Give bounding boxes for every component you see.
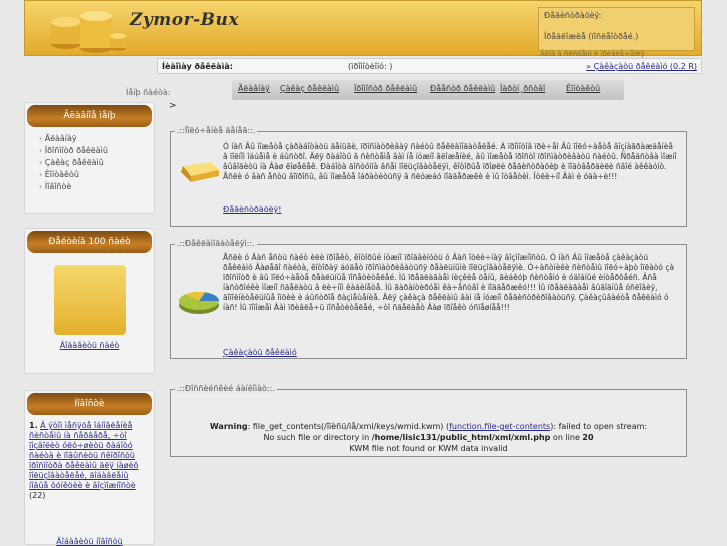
menu-item-contacts[interactable]: Êîíòàêòû <box>39 169 154 181</box>
menu-item-news[interactable]: Íîâîñòè <box>39 181 154 193</box>
site-menu-label: Ìåíþ ñàéòà: <box>126 88 171 97</box>
warning-line2-b: on line <box>550 433 583 442</box>
news-item: 1. Â ýòîì ìåñÿöå îáíîâëåíèå ñèñòåìû íà ñ… <box>25 419 154 501</box>
advertisers-text: Åñëè ó Âàñ åñòü ñàéò èëè ïðîåêò, êîòîðûé… <box>223 253 675 312</box>
main-menu-box: Ãëàâíîå ìåíþ Ãëàâíàÿ Ïðîñìîòð ðåêëàìû Çà… <box>24 102 155 214</box>
main-menu-list: Ãëàâíàÿ Ïðîñìîòð ðåêëàìû Çàêàç ðåêëàìû Ê… <box>25 133 154 193</box>
news-item-count: (22) <box>29 491 46 500</box>
warning-path: /home/lisic131/public_html/xml/xml.php <box>371 433 551 442</box>
warning-line-2: No such file or directory in /home/lisic… <box>171 432 686 443</box>
site-logo[interactable]: Zymor-Bux <box>130 10 239 30</box>
warning-line-number: 20 <box>582 433 594 442</box>
advertisers-section: .::Ðåêëàìîäàòåëÿì::. Åñëè ó Âàñ åñòü ñàé… <box>170 239 687 359</box>
warning-tail: ): failed to open stream: <box>550 422 648 431</box>
nav-item-order-ads[interactable]: Çàêàç ðåêëàìû <box>280 84 339 93</box>
bank-legend: .::Ðîññèéñêèé áàíêîìàò::. <box>175 384 277 393</box>
registration-line[interactable]: Ïðåäëîæèå (ïîñëåîòðåé.) <box>544 32 638 41</box>
warning-label: Warning <box>209 422 248 431</box>
order-ad-link-2[interactable]: Çàêàçàòü ðåêëàìó <box>223 348 297 357</box>
top100-box: Ðåéòèíã 100 ñàéò Äîáàâèòü ñàéò <box>24 228 155 374</box>
news-title: Íîâîñòè <box>27 393 152 415</box>
nav-item-ad-registry[interactable]: Ðååñòð ðåêëàìû <box>430 84 495 93</box>
menu-item-home[interactable]: Ãëàâíàÿ <box>39 133 154 145</box>
register-link[interactable]: Ðåãèñòðàöèÿ! <box>223 205 281 214</box>
gold-coins-icon <box>51 11 126 53</box>
earning-text: Ó íàñ Âû ìîæåòå çàðàáîòàòü äåíüãè, ïðîñì… <box>223 142 677 181</box>
php-warning: Warning: file_get_contents(/îïèñü/ìå/xml… <box>171 421 686 454</box>
ad-bar-middle: (ïðîìîòèîíó: ) <box>348 62 393 71</box>
news-item-number: 1. <box>29 421 38 430</box>
breadcrumb-arrow: > <box>169 101 177 111</box>
earning-section: .::Ïîëó÷åíèå äåíåã::. Ó íàñ Âû ìîæåòå çà… <box>170 126 687 227</box>
advertisers-legend: .::Ðåêëàìîäàòåëÿì::. <box>175 239 257 248</box>
ad-bar-label: Íèàîìày ðåêëàìà: <box>162 62 233 71</box>
top100-title: Ðåéòèíã 100 ñàéò <box>27 231 152 253</box>
warning-line-3: KWM file not found or KWM data invalid <box>349 444 508 453</box>
function-doc-link[interactable]: function.file-get-contents <box>449 422 550 431</box>
nav-item-contacts[interactable]: Êîíòàêòû <box>566 84 600 93</box>
ad-info-bar: Íèàîìày ðåêëàìà: (ïðîìîòèîíó: ) » Çàêàçà… <box>157 58 702 74</box>
warning-line-1: Warning: file_get_contents(/îïèñü/ìå/xml… <box>171 421 686 432</box>
gold-bar-icon <box>181 162 219 182</box>
pie-chart-icon <box>179 291 220 314</box>
nav-item-view-ads[interactable]: Ïðîìîñòð ðåêëàìû <box>354 84 417 93</box>
menu-item-order-ads[interactable]: Çàêàç ðåêëàìû <box>39 157 154 169</box>
news-item-link[interactable]: Â ýòîì ìåñÿöå îáíîâëåíèå ñèñòåìû íà ñåðâ… <box>29 421 138 490</box>
add-site-link[interactable]: Äîáàâèòü ñàéò <box>25 341 154 350</box>
earning-legend: .::Ïîëó÷åíèå äåíåã::. <box>175 126 258 135</box>
top100-banner-image[interactable] <box>54 265 126 335</box>
nav-item-home[interactable]: Ãëàâíàÿ <box>238 84 270 93</box>
nav-item-partnership[interactable]: Ïàðòí¸ðñòâî <box>500 84 545 93</box>
registration-subtext: Âõîä â ñèñòåìó è ïðèâëå÷åíèÿ <box>540 50 645 58</box>
top-navigation: Ãëàâíàÿ Çàêàç ðåêëàìû Ïðîìîñòð ðåêëàìû Ð… <box>232 80 624 100</box>
menu-item-view-ads[interactable]: Ïðîñìîòð ðåêëàìû <box>39 145 154 157</box>
registration-title: Ðåãèñòðàöèÿ: <box>544 11 602 20</box>
main-menu-title: Ãëàâíîå ìåíþ <box>27 105 152 127</box>
bank-section: .::Ðîññèéñêèé áàíêîìàò::. Warning: file_… <box>170 384 687 457</box>
order-ad-link[interactable]: » Çàêàçàòü ðåêëàìó (0.2 R) <box>586 62 697 71</box>
news-box: Íîâîñòè 1. Â ýòîì ìåñÿöå îáíîâëåíèå ñèñò… <box>24 390 155 546</box>
registration-box[interactable]: Ðåãèñòðàöèÿ: Ïðåäëîæèå (ïîñëåîòðåé.) <box>538 7 695 51</box>
warning-text: : file_get_contents(/îïèñü/ìå/xml/keys/w… <box>247 422 450 431</box>
warning-line2-a: No such file or directory in <box>263 433 372 442</box>
